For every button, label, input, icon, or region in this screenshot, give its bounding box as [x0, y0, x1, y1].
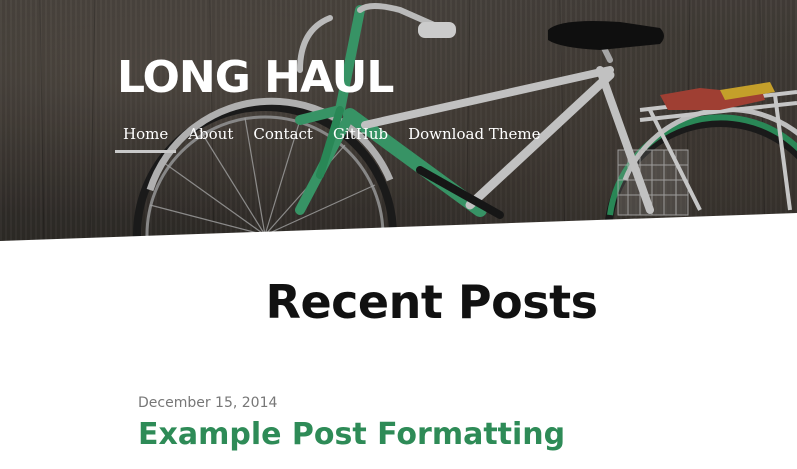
post-date: December 15, 2014 — [138, 395, 278, 411]
page: LONG HAUL Home About Contact GitHub Down… — [0, 0, 797, 469]
post-title-link[interactable]: Example Post Formatting — [138, 418, 565, 451]
main-content: Recent Posts December 15, 2014 Example P… — [0, 245, 797, 469]
section-title: Recent Posts — [265, 275, 598, 329]
